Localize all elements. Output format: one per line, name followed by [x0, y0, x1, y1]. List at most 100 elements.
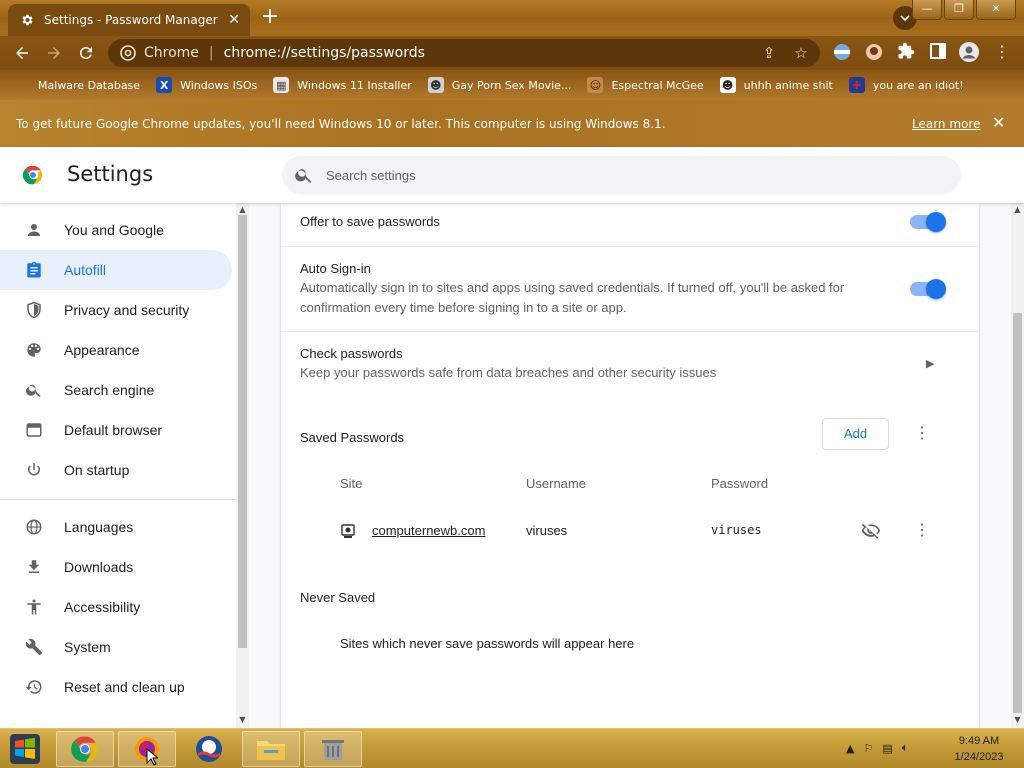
search-settings-box[interactable]	[282, 156, 961, 194]
sidebar-scrollbar[interactable]: ▲ ▼	[236, 203, 249, 728]
offer-save-toggle[interactable]	[910, 212, 946, 232]
search-icon	[295, 169, 312, 183]
tab-close-icon[interactable]: ✕	[228, 12, 240, 28]
scroll-up-arrow-icon[interactable]: ▲	[1013, 205, 1022, 214]
sidebar-item-privacy-and-security[interactable]: Privacy and security	[0, 290, 232, 330]
scroll-up-arrow-icon[interactable]: ▲	[238, 205, 247, 214]
address-bar[interactable]: Chrome | chrome://settings/passwords ⇪ ☆	[108, 39, 820, 67]
check-passwords-label: Check passwords	[300, 346, 403, 361]
tab-settings[interactable]: Settings - Password Manager ✕	[8, 4, 250, 36]
settings-sidebar: You and Google Autofill Privacy and secu…	[0, 203, 236, 728]
face-icon: ☺	[587, 77, 604, 93]
bookmark-you-are-an-idiot[interactable]: ✚ you are an idiot!	[848, 77, 964, 93]
offer-save-label: Offer to save passwords	[300, 214, 440, 229]
sidebar-item-default-browser[interactable]: Default browser	[0, 410, 232, 450]
sidebar-item-reset-and-clean-up[interactable]: Reset and clean up	[0, 667, 232, 707]
sidebar-item-downloads[interactable]: Downloads	[0, 547, 232, 587]
taskbar-trash-app[interactable]	[304, 731, 362, 767]
power-icon	[24, 460, 44, 480]
reset-icon	[24, 677, 44, 697]
url-text[interactable]: chrome://settings/passwords	[224, 45, 425, 61]
bookmark-movie-site[interactable]: ☻ Gay Porn Sex Movie...	[427, 77, 571, 93]
toggle-knob	[926, 279, 946, 299]
bookmark-malware-database[interactable]: Malware Database	[14, 77, 140, 93]
more-menu-icon[interactable]: ⋮	[992, 42, 1012, 62]
check-passwords-description: Keep your passwords safe from data breac…	[300, 365, 717, 380]
site-favicon-icon	[341, 524, 355, 538]
taskbar-obama-app[interactable]	[180, 731, 238, 767]
extensions-puzzle-icon[interactable]	[896, 42, 916, 62]
reload-icon	[79, 47, 92, 60]
sidebar-item-on-startup[interactable]: On startup	[0, 450, 232, 490]
sidebar-item-label: Reset and clean up	[64, 679, 185, 695]
tray-expand-icon[interactable]: ▲	[846, 742, 854, 755]
sidebar-item-system[interactable]: System	[0, 627, 232, 667]
minimize-button[interactable]: —	[912, 0, 942, 20]
bookmark-windows-11-installer[interactable]: ▦ Windows 11 Installer	[273, 77, 412, 93]
sidebar-item-label: On startup	[64, 462, 130, 478]
avatar-extension-icon[interactable]	[864, 42, 884, 62]
taskbar-chrome-app[interactable]	[56, 731, 114, 767]
sidebar-item-search-engine[interactable]: Search engine	[0, 370, 232, 410]
sidebar-item-label: Downloads	[64, 559, 134, 575]
sidebar-item-autofill[interactable]: Autofill	[0, 250, 232, 290]
close-window-button[interactable]: ✕	[976, 0, 1016, 20]
reload-button[interactable]	[74, 41, 98, 65]
start-button[interactable]	[6, 731, 44, 767]
password-manager-card: Offer to save passwords Auto Sign-in Aut…	[281, 203, 979, 728]
bookmark-windows-isos[interactable]: X Windows ISOs	[156, 77, 257, 93]
mouse-cursor-icon	[146, 748, 158, 766]
back-button[interactable]	[10, 41, 34, 65]
accessibility-icon	[24, 597, 44, 617]
password-site-link[interactable]: computernewb.com	[372, 523, 485, 538]
chevron-down-icon	[900, 15, 910, 22]
offer-save-row: Offer to save passwords	[281, 203, 979, 247]
bookmark-anime[interactable]: ☻ uhhh anime shit	[719, 77, 833, 93]
chevron-right-icon[interactable]: ▶	[926, 357, 934, 370]
main-scroll-thumb[interactable]	[1013, 313, 1022, 713]
sidebar-item-languages[interactable]: Languages	[0, 507, 232, 547]
clock-time: 9:49 AM	[958, 735, 1000, 747]
profile-avatar-icon[interactable]	[958, 41, 979, 62]
clock-date: 1/24/2023	[954, 751, 1004, 763]
bookmark-label: Malware Database	[38, 78, 141, 92]
toggle-knob	[926, 212, 946, 232]
main-scrollbar[interactable]: ▲ ▼	[1011, 203, 1024, 728]
check-passwords-row[interactable]: Check passwords Keep your passwords safe…	[281, 332, 979, 396]
sidebar-item-appearance[interactable]: Appearance	[0, 330, 232, 370]
auto-signin-toggle[interactable]	[910, 279, 946, 299]
hide-password-eye-icon[interactable]	[860, 521, 882, 541]
password-entry-more-icon[interactable]: ⋮	[912, 521, 932, 541]
scroll-down-arrow-icon[interactable]: ▼	[238, 715, 247, 724]
update-infobar: To get future Google Chrome updates, you…	[0, 100, 1024, 147]
sidebar-scroll-thumb[interactable]	[238, 215, 247, 648]
search-input[interactable]	[326, 167, 926, 183]
sidebar-item-label: System	[64, 639, 111, 655]
share-icon[interactable]: ⇪	[760, 44, 778, 62]
bookmark-espectral-mcgee[interactable]: ☺ Espectral McGee	[587, 77, 704, 93]
sidebar-item-you-and-google[interactable]: You and Google	[0, 210, 232, 250]
new-tab-button[interactable]: +	[258, 6, 282, 30]
volume-icon[interactable]: 🔈︎	[902, 741, 909, 755]
flag-icon[interactable]: ⚐	[863, 742, 873, 755]
download-icon	[24, 557, 44, 577]
maximize-button[interactable]: ❐	[944, 0, 974, 20]
saved-passwords-more-icon[interactable]: ⋮	[912, 424, 932, 444]
image-icon: ▦	[273, 77, 290, 93]
forward-button[interactable]	[42, 41, 66, 65]
flag-extension-icon[interactable]	[832, 42, 852, 62]
infobar-close-icon[interactable]: ✕	[992, 113, 1005, 132]
side-panel-icon[interactable]	[928, 42, 948, 62]
password-value: viruses	[711, 523, 762, 537]
site-info[interactable]: Chrome	[120, 45, 199, 61]
sidebar-item-label: Appearance	[64, 342, 140, 358]
folder-icon	[257, 741, 285, 760]
bookmark-star-icon[interactable]: ☆	[792, 44, 810, 62]
taskbar-file-explorer-app[interactable]	[242, 731, 300, 767]
sidebar-item-accessibility[interactable]: Accessibility	[0, 587, 232, 627]
network-icon[interactable]: ▤	[882, 742, 892, 755]
scroll-down-arrow-icon[interactable]: ▼	[1013, 715, 1022, 724]
add-password-button[interactable]: Add	[822, 418, 889, 450]
taskbar-clock[interactable]: 9:49 AM 1/24/2023	[944, 733, 1014, 765]
learn-more-link[interactable]: Learn more	[912, 117, 980, 131]
